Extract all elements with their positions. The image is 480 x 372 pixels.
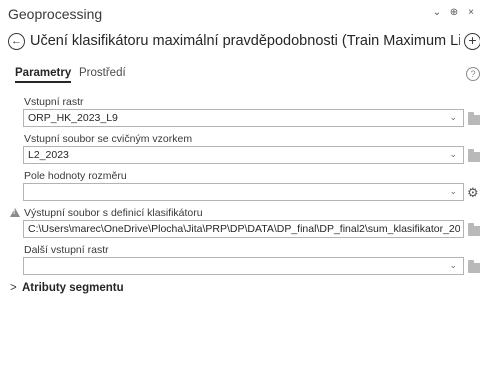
folder-icon[interactable] — [468, 112, 480, 125]
field-value: C:\Users\marec\OneDrive\Plocha\Jita\PRP\… — [28, 223, 460, 235]
help-icon[interactable]: ? — [466, 67, 480, 81]
param-label: Vstupní rastr — [24, 96, 84, 108]
chevron-down-icon[interactable]: ⌄ — [449, 260, 457, 271]
input-raster-field[interactable]: ORP_HK_2023_L9 ⌄ — [23, 109, 464, 127]
folder-icon[interactable] — [468, 149, 480, 162]
output-definition-field[interactable]: C:\Users\marec\OneDrive\Plocha\Jita\PRP\… — [23, 220, 464, 238]
field-value: ORP_HK_2023_L9 — [28, 112, 118, 124]
tab-prostredi[interactable]: Prostředí — [79, 67, 126, 79]
tab-parametry[interactable]: Parametry — [15, 67, 72, 83]
add-icon[interactable]: + — [464, 33, 480, 50]
tool-header: ← Učení klasifikátoru maximální pravděpo… — [0, 31, 480, 57]
pane-controls: ⌄ ⊕ × — [432, 7, 476, 18]
chevron-down-icon[interactable]: ⌄ — [449, 186, 457, 197]
section-label: Atributy segmentu — [22, 282, 124, 294]
back-icon[interactable]: ← — [8, 33, 25, 50]
param-label: Výstupní soubor s definicí klasifikátoru — [24, 207, 203, 219]
gear-icon[interactable]: ⚙ — [467, 186, 479, 199]
warning-icon: ! — [10, 208, 20, 217]
param-label: Pole hodnoty rozměru — [24, 170, 127, 182]
close-icon[interactable]: × — [466, 7, 476, 18]
dimension-field-select[interactable]: ⌄ — [23, 183, 464, 201]
pane-title: Geoprocessing — [8, 6, 103, 22]
folder-icon[interactable] — [468, 260, 480, 273]
chevron-down-icon[interactable]: ⌄ — [449, 149, 457, 160]
tool-title: Učení klasifikátoru maximální pravděpodo… — [30, 33, 460, 49]
training-samples-field[interactable]: L2_2023 ⌄ — [23, 146, 464, 164]
param-label: Další vstupní rastr — [24, 244, 109, 256]
field-value: L2_2023 — [28, 149, 69, 161]
chevron-right-icon[interactable]: > — [10, 282, 22, 294]
pin-icon[interactable]: ⊕ — [449, 7, 459, 18]
param-label: Vstupní soubor se cvičným vzorkem — [24, 133, 193, 145]
folder-icon[interactable] — [468, 223, 480, 236]
options-icon[interactable]: ⌄ — [432, 7, 442, 18]
section-segment-attributes[interactable]: > Atributy segmentu — [10, 282, 124, 294]
chevron-down-icon[interactable]: ⌄ — [449, 112, 457, 123]
additional-raster-field[interactable]: ⌄ — [23, 257, 464, 275]
pane-header: Geoprocessing ⌄ ⊕ × — [0, 0, 480, 28]
tab-bar: Parametry Prostředí ? — [0, 66, 480, 88]
